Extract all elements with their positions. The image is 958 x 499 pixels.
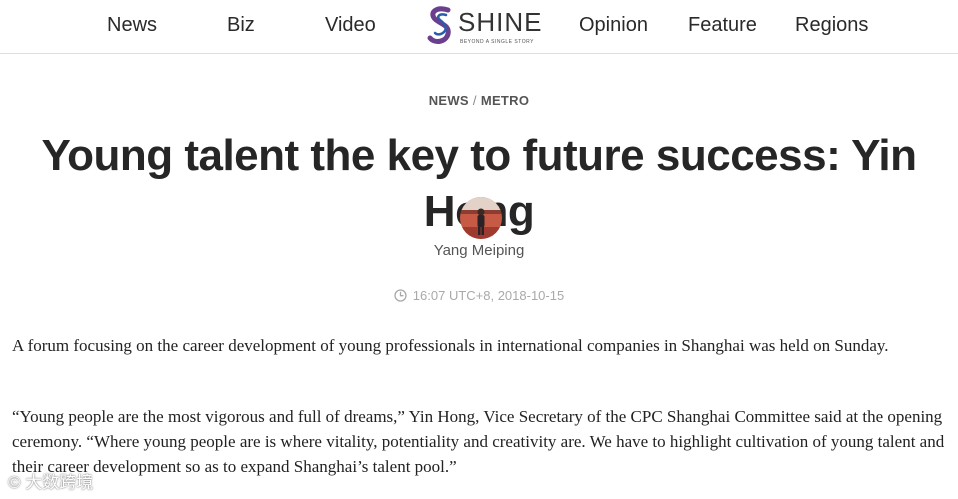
shine-logo[interactable]: SHINE BEYOND A SINGLE STORY xyxy=(426,4,541,48)
watermark-text: 大数跨境 xyxy=(25,473,94,492)
top-navigation: News Biz Video SHINE BEYOND A SINGLE STO… xyxy=(0,0,958,54)
breadcrumb-separator: / xyxy=(472,93,477,108)
breadcrumb-news-link[interactable]: NEWS xyxy=(429,93,469,108)
logo-wordmark: SHINE xyxy=(458,7,543,37)
author-name[interactable]: Yang Meiping xyxy=(0,242,958,259)
nav-biz-link[interactable]: Biz xyxy=(227,13,255,37)
publish-timestamp: 16:07 UTC+8, 2018-10-15 xyxy=(412,288,565,303)
article-paragraph: A forum focusing on the career developme… xyxy=(12,336,889,355)
author-avatar[interactable] xyxy=(460,197,502,239)
nav-opinion-link[interactable]: Opinion xyxy=(579,13,648,37)
breadcrumb-metro-link[interactable]: METRO xyxy=(481,93,529,108)
shine-s-icon xyxy=(427,6,451,44)
clock-icon xyxy=(394,289,407,305)
watermark-logo-icon: © xyxy=(8,473,21,492)
article-paragraph: “Young people are the most vigorous and … xyxy=(12,407,945,476)
publish-dateline: 16:07 UTC+8, 2018-10-15 xyxy=(0,288,958,305)
nav-video-link[interactable]: Video xyxy=(325,13,376,37)
nav-feature-link[interactable]: Feature xyxy=(688,13,757,37)
nav-regions-link[interactable]: Regions xyxy=(795,13,868,37)
nav-news-link[interactable]: News xyxy=(107,13,157,37)
author-photo xyxy=(460,197,502,239)
breadcrumb: NEWS / METRO xyxy=(0,93,958,108)
logo-tagline: BEYOND A SINGLE STORY xyxy=(460,39,534,45)
watermark: © 大数跨境 xyxy=(8,472,93,494)
